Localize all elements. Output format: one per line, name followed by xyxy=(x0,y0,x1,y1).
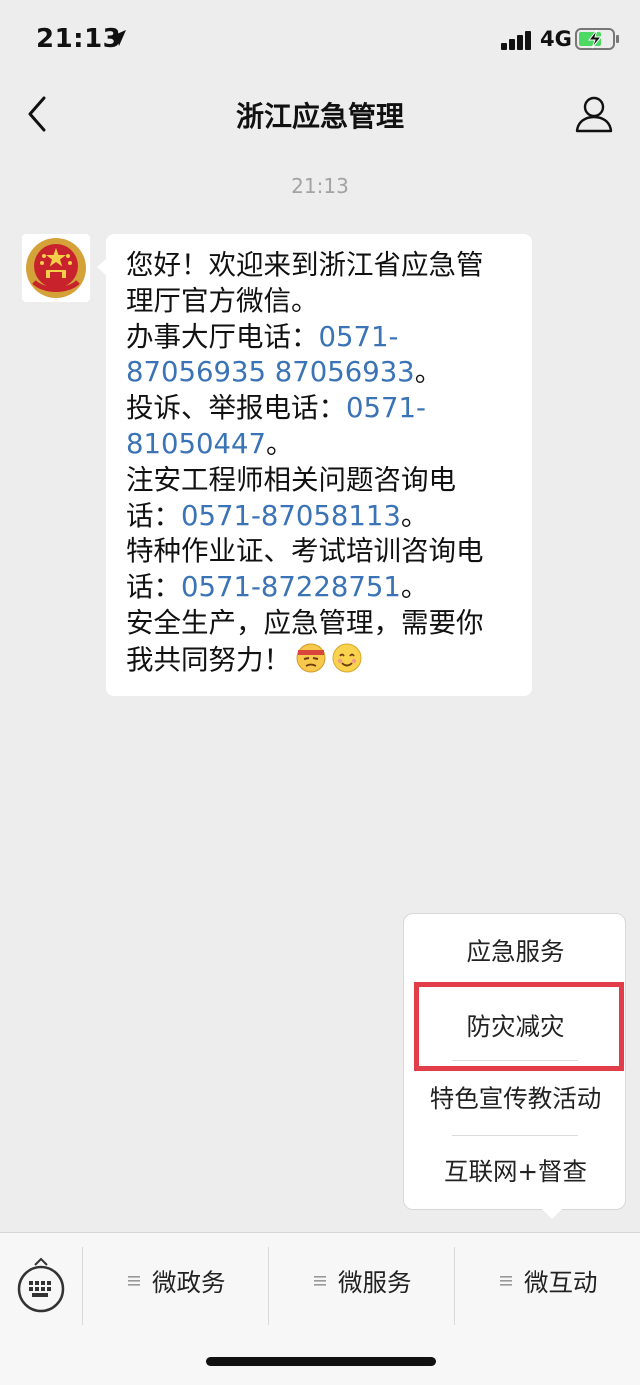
menu-item-services[interactable]: 微服务 xyxy=(314,1261,412,1301)
message-text: 理厅官方微信。 xyxy=(126,284,319,317)
submenu-item-internet-supervision[interactable]: 互联网+督查 xyxy=(404,1142,627,1202)
message-punctuation: 。 xyxy=(414,356,443,389)
phone-link[interactable]: 0571- xyxy=(319,321,399,353)
message-text: 话： xyxy=(126,571,181,604)
message-text: 您好！欢迎来到浙江省应急管 xyxy=(126,249,484,281)
profile-icon[interactable] xyxy=(574,94,614,134)
menu-lines-icon xyxy=(500,1276,512,1286)
menu-separator xyxy=(268,1247,269,1325)
status-bar: 21:13 4G xyxy=(0,0,640,80)
submenu-item-emergency-service[interactable]: 应急服务 xyxy=(404,922,627,982)
menu-separator xyxy=(82,1247,83,1325)
network-type: 4G xyxy=(540,27,572,51)
keyboard-toggle-icon[interactable] xyxy=(16,1251,66,1315)
message-punctuation: 。 xyxy=(265,427,294,460)
message-line: 投诉、举报电话：0571- xyxy=(126,391,518,427)
phone-link[interactable]: 0571-87058113 xyxy=(181,500,401,532)
message-line: 办事大厅电话：0571- xyxy=(126,320,518,356)
message-line: 安全生产，应急管理，需要你 xyxy=(126,606,518,642)
menu-item-label: 微互动 xyxy=(524,1267,598,1297)
phone-link[interactable]: 0571- xyxy=(346,392,426,424)
submenu-divider xyxy=(452,1135,578,1136)
message-punctuation: 。 xyxy=(400,499,429,532)
home-indicator xyxy=(206,1357,436,1366)
message-text: 我共同努力！ xyxy=(126,643,291,676)
message-line: 81050447。 xyxy=(126,427,518,463)
message-line: 理厅官方微信。 xyxy=(126,284,518,320)
message-timestamp: 21:13 xyxy=(291,174,349,198)
phone-link[interactable]: 0571-87228751 xyxy=(181,571,401,603)
message-text: 投诉、举报电话： xyxy=(126,392,346,425)
message-line: 我共同努力！ xyxy=(126,642,518,679)
message-text: 特种作业证、考试培训咨询电 xyxy=(126,535,484,568)
smiling-face-emoji-icon xyxy=(332,643,362,673)
page-title: 浙江应急管理 xyxy=(235,100,404,133)
menu-item-interaction[interactable]: 微互动 xyxy=(500,1261,598,1301)
battery-charging-icon xyxy=(575,28,619,50)
message-line: 您好！欢迎来到浙江省应急管 xyxy=(126,248,518,284)
message-text: 办事大厅电话： xyxy=(126,320,319,353)
signal-bars-icon xyxy=(501,31,531,50)
ninja-face-emoji-icon xyxy=(296,643,326,673)
phone-link[interactable]: 87056935 87056933 xyxy=(126,356,415,388)
menu-lines-icon xyxy=(314,1276,326,1286)
message-text: 安全生产，应急管理，需要你 xyxy=(126,606,484,639)
national-emblem-icon xyxy=(26,238,86,298)
message-text: 话： xyxy=(126,499,181,532)
message-line: 话：0571-87228751。 xyxy=(126,570,518,606)
message-punctuation: 。 xyxy=(400,571,429,604)
menu-separator xyxy=(454,1247,455,1325)
nav-bar: 浙江应急管理 xyxy=(0,80,640,150)
message-text: 注安工程师相关问题咨询电 xyxy=(126,463,456,496)
submenu-item-publicity-activities[interactable]: 特色宣传教活动 xyxy=(404,1069,627,1129)
highlight-box xyxy=(414,982,624,1071)
phone-link[interactable]: 81050447 xyxy=(126,428,266,460)
message-bubble[interactable]: 您好！欢迎来到浙江省应急管 理厅官方微信。 办事大厅电话：0571- 87056935… xyxy=(97,234,532,696)
menu-item-label: 微服务 xyxy=(338,1267,412,1297)
message-line: 87056935 87056933。 xyxy=(126,355,518,391)
menu-lines-icon xyxy=(128,1276,140,1286)
message-line: 注安工程师相关问题咨询电 xyxy=(126,463,518,499)
menu-item-label: 微政务 xyxy=(152,1267,226,1297)
menu-item-gov-affairs[interactable]: 微政务 xyxy=(128,1261,226,1301)
avatar[interactable] xyxy=(22,234,90,302)
location-arrow-icon xyxy=(110,30,126,46)
message-line: 话：0571-87058113。 xyxy=(126,499,518,535)
message-line: 特种作业证、考试培训咨询电 xyxy=(126,534,518,570)
